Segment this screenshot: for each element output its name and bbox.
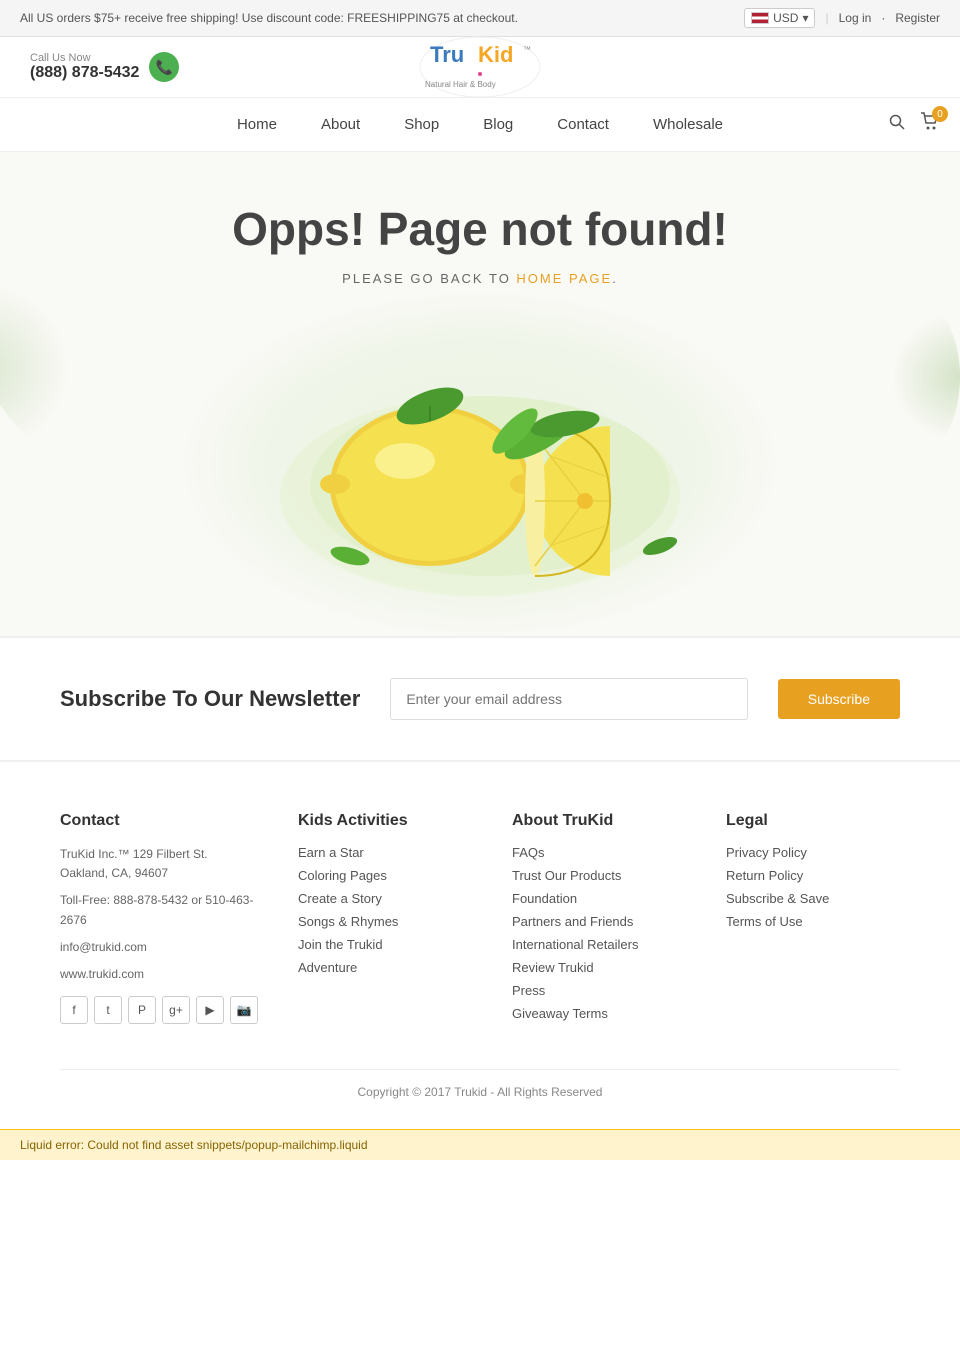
footer-link-subscribe-save[interactable]: Subscribe & Save [726,891,900,906]
footer-about-col: About TruKid FAQs Trust Our Products Fou… [512,812,686,1029]
footer-link-trust-products[interactable]: Trust Our Products [512,868,686,883]
chevron-down-icon: ▾ [802,11,808,25]
footer-website[interactable]: www.trukid.com [60,965,258,984]
footer-link-terms[interactable]: Terms of Use [726,914,900,929]
nav-blog[interactable]: Blog [461,98,535,151]
svg-text:Tru: Tru [430,42,464,67]
hero-section: Opps! Page not found! PLEASE GO BACK TO … [0,152,960,636]
footer-tollfree: Toll-Free: 888-878-5432 or 510-463-2676 [60,891,258,929]
flag-icon [751,12,769,24]
nav-links: Home About Shop Blog Contact Wholesale [215,98,745,151]
footer-contact-title: Contact [60,812,258,830]
footer-link-press[interactable]: Press [512,983,686,998]
logo[interactable]: Tru Kid ™ Natural Hair & Body [415,32,545,102]
footer: Contact TruKid Inc.™ 129 Filbert St. Oak… [0,762,960,1129]
home-link[interactable]: HOME PAGE [516,271,612,286]
footer-link-review[interactable]: Review Trukid [512,960,686,975]
login-link[interactable]: Log in [839,11,872,25]
lemon-illustration [230,316,730,616]
svg-text:Natural Hair & Body: Natural Hair & Body [425,80,496,89]
svg-text:Kid: Kid [478,42,513,67]
phone-number[interactable]: (888) 878-5432 [30,64,139,82]
social-icons: f t P g+ ▶ 📷 [60,996,258,1024]
googleplus-icon[interactable]: g+ [162,996,190,1024]
cart-count: 0 [932,106,948,122]
nav-wholesale[interactable]: Wholesale [631,98,745,151]
nav-contact[interactable]: Contact [535,98,631,151]
phone-info: Call Us Now (888) 878-5432 [30,52,139,82]
footer-link-international[interactable]: International Retailers [512,937,686,952]
liquid-error: Liquid error: Could not find asset snipp… [0,1129,960,1160]
footer-link-coloring-pages[interactable]: Coloring Pages [298,868,472,883]
footer-bottom: Copyright © 2017 Trukid - All Rights Res… [60,1069,900,1099]
nav-shop[interactable]: Shop [382,98,461,151]
pinterest-icon[interactable]: P [128,996,156,1024]
footer-link-join-trukid[interactable]: Join the Trukid [298,937,472,952]
register-link[interactable]: Register [895,11,940,25]
nav-about[interactable]: About [299,98,382,151]
twitter-icon[interactable]: t [94,996,122,1024]
footer-link-adventure[interactable]: Adventure [298,960,472,975]
cart-button[interactable]: 0 [920,112,940,137]
call-now-label: Call Us Now [30,52,91,64]
header-left: Call Us Now (888) 878-5432 📞 [30,52,179,82]
footer-email[interactable]: info@trukid.com [60,938,258,957]
footer-address: TruKid Inc.™ 129 Filbert St. Oakland, CA… [60,845,258,883]
footer-kids-col: Kids Activities Earn a Star Coloring Pag… [298,812,472,1029]
error-subtitle: PLEASE GO BACK TO HOME PAGE. [342,271,618,286]
footer-legal-title: Legal [726,812,900,830]
footer-contact-col: Contact TruKid Inc.™ 129 Filbert St. Oak… [60,812,258,1029]
newsletter-section: Subscribe To Our Newsletter Subscribe [0,636,960,762]
error-title: Opps! Page not found! [232,202,728,256]
copyright-text: Copyright © 2017 Trukid - All Rights Res… [358,1085,603,1099]
footer-legal-col: Legal Privacy Policy Return Policy Subsc… [726,812,900,1029]
currency-label: USD [773,11,798,25]
main-nav: Home About Shop Blog Contact Wholesale 0 [0,97,960,152]
footer-link-return[interactable]: Return Policy [726,868,900,883]
nav-home[interactable]: Home [215,98,299,151]
footer-about-title: About TruKid [512,812,686,830]
footer-columns: Contact TruKid Inc.™ 129 Filbert St. Oak… [60,812,900,1029]
leaf-left-decoration [0,241,111,463]
footer-link-foundation[interactable]: Foundation [512,891,686,906]
footer-link-faqs[interactable]: FAQs [512,845,686,860]
logo-container[interactable]: Tru Kid ™ Natural Hair & Body [415,32,545,102]
subscribe-button[interactable]: Subscribe [778,679,900,719]
dot-divider: · [881,11,885,25]
nav-icons: 0 [889,112,940,137]
leaf-right-decoration [880,302,960,452]
footer-kids-title: Kids Activities [298,812,472,830]
footer-link-songs-rhymes[interactable]: Songs & Rhymes [298,914,472,929]
footer-link-create-story[interactable]: Create a Story [298,891,472,906]
top-bar-right: USD ▾ | Log in · Register [744,8,940,28]
phone-icon: 📞 [149,52,179,82]
search-button[interactable] [889,114,905,135]
footer-link-partners[interactable]: Partners and Friends [512,914,686,929]
newsletter-email-input[interactable] [390,678,747,720]
svg-text:™: ™ [523,45,531,54]
promo-text: All US orders $75+ receive free shipping… [20,11,518,25]
footer-link-giveaway[interactable]: Giveaway Terms [512,1006,686,1021]
divider: | [825,11,828,25]
footer-link-earn-star[interactable]: Earn a Star [298,845,472,860]
currency-selector[interactable]: USD ▾ [744,8,815,28]
footer-link-privacy[interactable]: Privacy Policy [726,845,900,860]
newsletter-title: Subscribe To Our Newsletter [60,685,360,714]
instagram-icon[interactable]: 📷 [230,996,258,1024]
facebook-icon[interactable]: f [60,996,88,1024]
header: Call Us Now (888) 878-5432 📞 Tru Kid ™ N… [0,37,960,97]
youtube-icon[interactable]: ▶ [196,996,224,1024]
